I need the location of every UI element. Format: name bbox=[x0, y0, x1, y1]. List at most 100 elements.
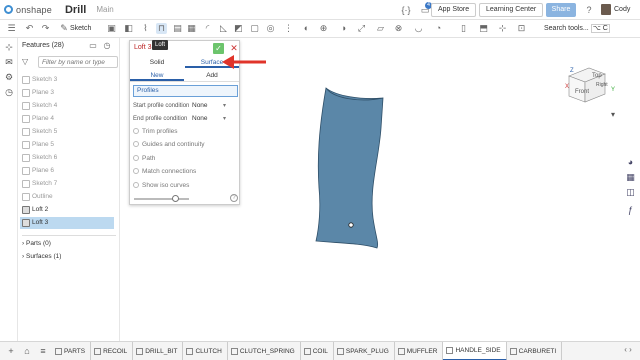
sweep-icon[interactable]: ⌇ bbox=[140, 23, 151, 34]
thicken-icon[interactable]: ▤ bbox=[172, 23, 183, 34]
tab-muffler[interactable]: MUFFLER bbox=[395, 342, 444, 360]
feature-item[interactable]: Sketch 7 bbox=[20, 178, 114, 190]
undo-icon[interactable]: ↶ bbox=[24, 23, 35, 34]
onshape-logo[interactable]: onshape bbox=[4, 5, 52, 15]
parts-group[interactable]: › Parts (0) bbox=[22, 238, 51, 250]
appearance-panel-icon[interactable]: ◕ bbox=[625, 157, 636, 168]
draft-icon[interactable]: ◩ bbox=[233, 23, 244, 34]
history-icon[interactable]: ◷ bbox=[4, 87, 14, 97]
feature-filter-input[interactable] bbox=[38, 56, 118, 68]
document-title[interactable]: Drill bbox=[65, 4, 86, 16]
search-tools-input[interactable]: Search tools... ⌥ C bbox=[544, 23, 610, 35]
slider-handle[interactable] bbox=[172, 195, 179, 202]
op-add-tab[interactable]: Add bbox=[185, 70, 239, 81]
path-option[interactable]: Path bbox=[133, 153, 155, 164]
feature-item[interactable]: Sketch 5 bbox=[20, 126, 114, 138]
tab-handle-side[interactable]: HANDLE_SIDE bbox=[443, 342, 507, 360]
boolean-icon[interactable]: ⊕ bbox=[318, 23, 329, 34]
feature-item[interactable]: Plane 3 bbox=[20, 87, 114, 99]
comments-icon[interactable]: ✉ bbox=[4, 57, 14, 67]
feature-item[interactable]: Outline bbox=[20, 191, 114, 203]
enclose-icon[interactable]: ▦ bbox=[186, 23, 197, 34]
parts-panel-icon[interactable]: ◫ bbox=[625, 187, 636, 198]
split-icon[interactable]: ◑ bbox=[338, 23, 349, 34]
surface-icon[interactable]: ◡ bbox=[413, 23, 424, 34]
feature-item[interactable]: Plane 4 bbox=[20, 113, 114, 125]
feature-list-icon[interactable]: ☰ bbox=[6, 23, 17, 34]
variables-icon[interactable]: ⚙ bbox=[4, 72, 14, 82]
share-button[interactable]: Share bbox=[546, 3, 576, 17]
tab-drill-bit[interactable]: DRILL_BIT bbox=[133, 342, 184, 360]
measure-icon[interactable]: ⊹ bbox=[497, 23, 508, 34]
start-profile-select[interactable]: None bbox=[192, 101, 226, 111]
app-store-button[interactable]: App Store bbox=[431, 3, 477, 17]
viewcube-front[interactable]: Front bbox=[575, 89, 589, 95]
mate-connector-icon[interactable]: ⊗ bbox=[393, 23, 404, 34]
custom-feature-icon[interactable]: ⊡ bbox=[516, 23, 527, 34]
feature-item[interactable]: Loft 2 bbox=[20, 204, 114, 216]
pattern-icon[interactable]: ⋮ bbox=[283, 23, 294, 34]
scroll-tabs-icon[interactable]: ‹ › bbox=[616, 345, 640, 354]
learning-center-button[interactable]: Learning Center bbox=[479, 3, 544, 17]
tab-clutch[interactable]: CLUTCH bbox=[183, 342, 228, 360]
hole-icon[interactable]: ◎ bbox=[265, 23, 276, 34]
folder-icon[interactable]: ▭ bbox=[88, 41, 98, 51]
trim-profiles-option[interactable]: Trim profiles bbox=[133, 126, 178, 137]
code-icon[interactable]: {·} bbox=[400, 4, 412, 16]
feature-item-selected[interactable]: Loft 3 bbox=[20, 217, 114, 229]
tab-clutch-spring[interactable]: CLUTCH_SPRING bbox=[228, 342, 301, 360]
appearance-icon[interactable]: ◔ bbox=[433, 23, 444, 34]
help-icon[interactable]: ? bbox=[583, 4, 595, 16]
branch-label[interactable]: Main bbox=[96, 5, 113, 14]
fillet-icon[interactable]: ◜ bbox=[202, 23, 213, 34]
feature-item[interactable]: Sketch 6 bbox=[20, 152, 114, 164]
profiles-selection-field[interactable]: Profiles bbox=[133, 85, 238, 97]
guides-continuity-option[interactable]: Guides and continuity bbox=[133, 139, 205, 150]
extrude-icon[interactable]: ▣ bbox=[106, 23, 117, 34]
tab-carburetor[interactable]: CARBURETI bbox=[507, 342, 563, 360]
section-view-icon[interactable]: ⬒ bbox=[478, 23, 489, 34]
viewcube-right[interactable]: Right bbox=[596, 82, 608, 88]
mirror-icon[interactable]: ◐ bbox=[301, 23, 312, 34]
shell-icon[interactable]: ▢ bbox=[249, 23, 260, 34]
axis-icon[interactable]: ⊹ bbox=[4, 42, 14, 52]
fx-icon[interactable]: ƒ bbox=[625, 205, 636, 216]
feature-item[interactable]: Plane 6 bbox=[20, 165, 114, 177]
show-iso-curves-option[interactable]: Show iso curves bbox=[133, 180, 189, 191]
loft-icon[interactable]: ⊓ bbox=[156, 23, 167, 34]
filter-icon[interactable]: ▽ bbox=[22, 57, 28, 66]
iso-curves-slider[interactable] bbox=[134, 195, 189, 202]
tab-list-icon[interactable]: ≡ bbox=[38, 346, 48, 356]
feature-item[interactable]: Sketch 3 bbox=[20, 74, 114, 86]
surfaces-group[interactable]: › Surfaces (1) bbox=[22, 251, 61, 263]
match-connections-option[interactable]: Match connections bbox=[133, 166, 196, 177]
plane-icon[interactable]: ▱ bbox=[375, 23, 386, 34]
confirm-button[interactable]: ✓ bbox=[213, 43, 224, 54]
help-icon[interactable]: ? bbox=[230, 194, 238, 202]
revolve-icon[interactable]: ◧ bbox=[123, 23, 134, 34]
viewcube-top[interactable]: Top bbox=[592, 73, 602, 79]
user-name[interactable]: Cody bbox=[614, 6, 630, 13]
view-menu-icon[interactable]: ▾ bbox=[611, 110, 615, 119]
home-icon[interactable]: ⌂ bbox=[22, 346, 32, 356]
feature-item[interactable]: Plane 5 bbox=[20, 139, 114, 151]
type-solid-tab[interactable]: Solid bbox=[130, 57, 184, 68]
avatar[interactable] bbox=[601, 4, 611, 15]
redo-icon[interactable]: ↷ bbox=[40, 23, 51, 34]
end-profile-select[interactable]: None bbox=[192, 114, 226, 124]
add-tab-icon[interactable]: + bbox=[6, 346, 16, 356]
display-icon[interactable]: ▯ bbox=[458, 23, 469, 34]
tab-coil[interactable]: COIL bbox=[301, 342, 334, 360]
sketch-button[interactable]: Sketch bbox=[70, 23, 91, 35]
tab-parts[interactable]: PARTS bbox=[52, 342, 92, 360]
mass-properties-icon[interactable]: ▦ bbox=[625, 172, 636, 183]
sketch-icon[interactable]: ✎ bbox=[60, 23, 68, 34]
cancel-button[interactable]: ✕ bbox=[229, 43, 239, 54]
tab-spark-plug[interactable]: SPARK_PLUG bbox=[334, 342, 395, 360]
op-new-tab[interactable]: New bbox=[130, 70, 184, 81]
feature-item[interactable]: Sketch 4 bbox=[20, 100, 114, 112]
tab-recoil[interactable]: RECOIL bbox=[91, 342, 134, 360]
transform-icon[interactable]: ⤢ bbox=[356, 23, 367, 34]
chamfer-icon[interactable]: ◺ bbox=[218, 23, 229, 34]
rollback-icon[interactable]: ◷ bbox=[102, 41, 112, 51]
